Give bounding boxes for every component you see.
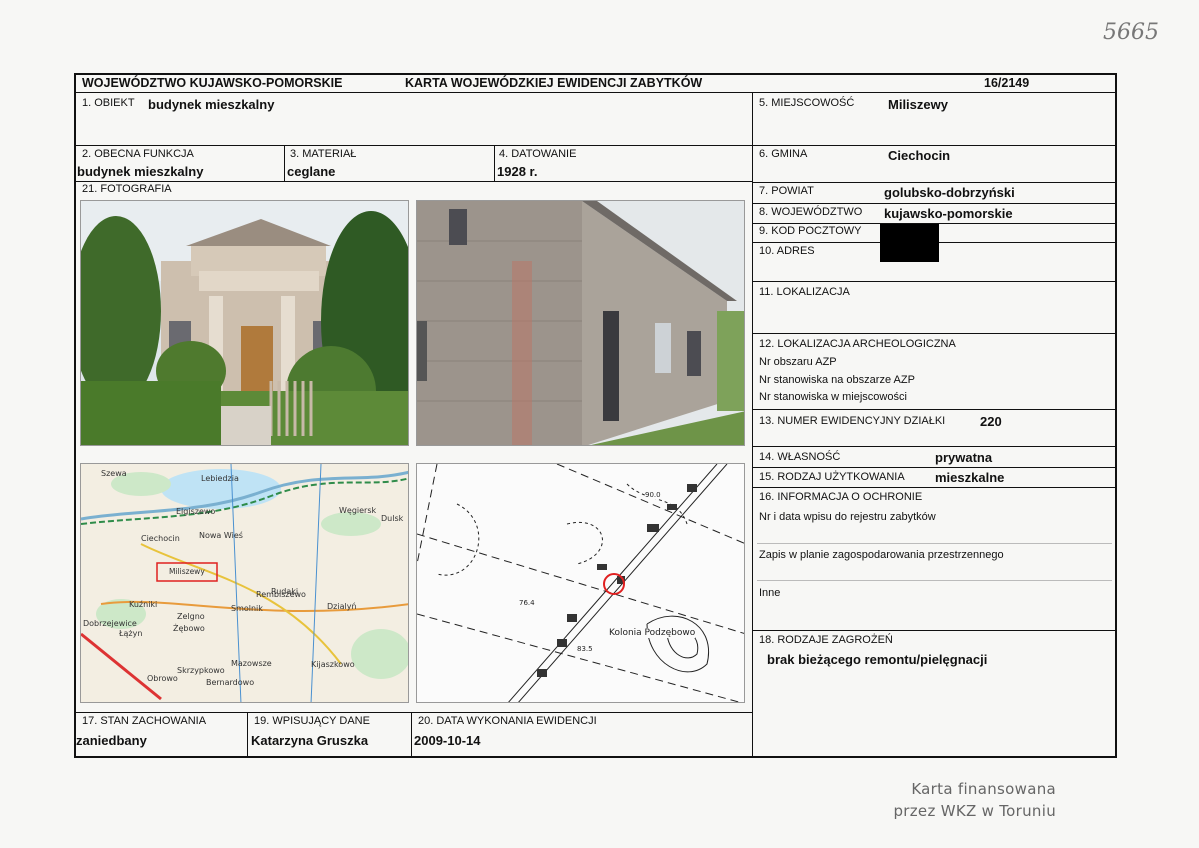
map-place-label: Rembiszewo: [256, 590, 306, 599]
map-label: 83.5: [577, 645, 593, 653]
redaction-box: [880, 224, 939, 262]
column-divider: [247, 712, 248, 758]
header-region: WOJEWÓDZTWO KUJAWSKO-POMORSKIE: [82, 76, 343, 90]
field-county-label: 7. POWIAT: [759, 185, 814, 197]
field-condition-label: 17. STAN ZACHOWANIA: [82, 715, 207, 727]
funding-note-line2: przez WKZ w Toruniu: [893, 802, 1056, 820]
map-label: Kolonia Podzębowo: [609, 628, 696, 638]
field-ownership-value: prywatna: [935, 450, 993, 465]
field-material-label: 3. MATERIAŁ: [290, 148, 357, 160]
divider: [752, 333, 1117, 334]
field-usage-label: 15. RODZAJ UŻYTKOWANIA: [759, 471, 905, 483]
azp-site-locality-label: Nr stanowiska w miejscowości: [759, 391, 907, 403]
field-date-value: 2009-10-14: [414, 733, 481, 748]
card-number: 16/2149: [984, 76, 1030, 90]
field-usage-value: mieszkalne: [935, 470, 1005, 485]
divider: [752, 182, 1117, 183]
field-author-value: Katarzyna Gruszka: [251, 733, 369, 748]
divider: [74, 145, 1117, 146]
field-protection-label: 16. INFORMACJA O OCHRONIE: [759, 491, 923, 503]
spatial-plan-label: Zapis w planie zagospodarowania przestrz…: [759, 549, 1004, 561]
column-divider: [494, 145, 495, 181]
field-archaeology-label: 12. LOKALIZACJA ARCHEOLOGICZNA: [759, 338, 956, 350]
map-place-label: Miliszewy: [169, 567, 205, 576]
field-address-label: 10. ADRES: [759, 245, 815, 257]
divider: [752, 409, 1117, 410]
field-locality-value: Miliszewy: [888, 97, 948, 112]
field-location-label: 11. LOKALIZACJA: [759, 286, 850, 298]
azp-site-label: Nr stanowiska na obszarze AZP: [759, 374, 915, 386]
field-date-label: 20. DATA WYKONANIA EWIDENCJI: [418, 715, 597, 727]
map-place-label: Dobrzejewice: [83, 619, 137, 628]
divider: [752, 203, 1117, 204]
map-place-label: Żębowo: [173, 624, 205, 633]
field-object-label: 1. OBIEKT: [82, 97, 135, 109]
divider: [752, 487, 1117, 488]
map-place-label: Kuźniki: [129, 600, 158, 609]
map-place-label: Skrzypkowo: [177, 666, 225, 675]
divider: [752, 467, 1117, 468]
field-object-value: budynek mieszkalny: [148, 97, 275, 112]
divider: [74, 181, 752, 182]
regional-map: Elgiszewo Ciechocin Nowa Wieś Miliszewy Węgi…: [80, 463, 409, 703]
azp-area-label: Nr obszaru AZP: [759, 356, 837, 368]
guide-line: [757, 580, 1112, 581]
field-photo-label: 21. FOTOGRAFIA: [82, 183, 172, 195]
column-divider: [411, 712, 412, 758]
field-author-label: 19. WPISUJĄCY DANE: [254, 715, 370, 727]
map-place-label: Dulsk: [381, 514, 404, 523]
field-dating-label: 4. DATOWANIE: [499, 148, 577, 160]
funding-note-line1: Karta finansowana: [911, 780, 1056, 798]
house-side-photo: [416, 200, 745, 446]
map-place-label: Szewa: [101, 469, 127, 478]
divider: [752, 446, 1117, 447]
map-label: 76.4: [519, 599, 535, 607]
field-voivodeship-label: 8. WOJEWÓDZTWO: [759, 206, 863, 218]
map-place-label: Mazowsze: [231, 659, 272, 668]
field-function-value: budynek mieszkalny: [77, 164, 204, 179]
field-county-value: golubsko-dobrzyński: [884, 185, 1015, 200]
divider: [752, 630, 1117, 631]
handwritten-number: 5665: [1103, 20, 1159, 45]
field-dating-value: 1928 r.: [497, 164, 538, 179]
map-label: 90.0: [645, 491, 661, 499]
map-place-label: Łążyn: [119, 629, 143, 638]
field-material-value: ceglane: [287, 164, 336, 179]
map-place-label: Węgiersk: [339, 506, 377, 515]
map-place-label: Elgiszewo: [176, 507, 216, 516]
field-ownership-label: 14. WŁASNOŚĆ: [759, 451, 841, 463]
field-threats-value: brak bieżącego remontu/pielęgnacji: [767, 652, 988, 667]
map-place-label: Bernardowo: [206, 678, 255, 687]
map-place-label: Ciechocin: [141, 534, 180, 543]
column-divider: [284, 145, 285, 181]
column-divider: [752, 92, 753, 758]
field-postcode-label: 9. KOD POCZTOWY: [759, 225, 862, 237]
field-parcel-label: 13. NUMER EWIDENCYJNY DZIAŁKI: [759, 415, 946, 427]
map-place-label: Dzialyń: [327, 602, 357, 611]
map-place-label: Nowa Wieś: [199, 531, 243, 540]
map-place-label: Obrowo: [147, 674, 178, 683]
divider: [74, 92, 1117, 93]
field-threats-label: 18. RODZAJE ZAGROŻEŃ: [759, 634, 893, 646]
header-title: KARTA WOJEWÓDZKIEJ EWIDENCJI ZABYTKÓW: [405, 76, 703, 90]
cadastral-map: Kolonia Podzębowo 76.4 83.5 90.0: [416, 463, 745, 703]
field-parcel-value: 220: [980, 414, 1002, 429]
map-place-label: Smolnik: [231, 604, 263, 613]
field-locality-label: 5. MIEJSCOWOŚĆ: [759, 97, 855, 109]
field-function-label: 2. OBECNA FUNKCJA: [82, 148, 194, 160]
guide-line: [757, 543, 1112, 544]
map-place-label: Lebiedzia: [201, 474, 239, 483]
divider: [752, 281, 1117, 282]
field-commune-value: Ciechocin: [888, 148, 951, 163]
other-protection-label: Inne: [759, 587, 781, 599]
field-condition-value: zaniedbany: [76, 733, 147, 748]
divider: [74, 712, 752, 713]
register-entry-label: Nr i data wpisu do rejestru zabytków: [759, 511, 936, 523]
field-commune-label: 6. GMINA: [759, 148, 808, 160]
house-front-photo: [80, 200, 409, 446]
map-place-label: Zelgno: [177, 612, 205, 621]
field-voivodeship-value: kujawsko-pomorskie: [884, 206, 1013, 221]
map-place-label: Kijaszkowo: [311, 660, 355, 669]
funding-note: Karta finansowana przez WKZ w Toruniu: [860, 778, 1056, 822]
